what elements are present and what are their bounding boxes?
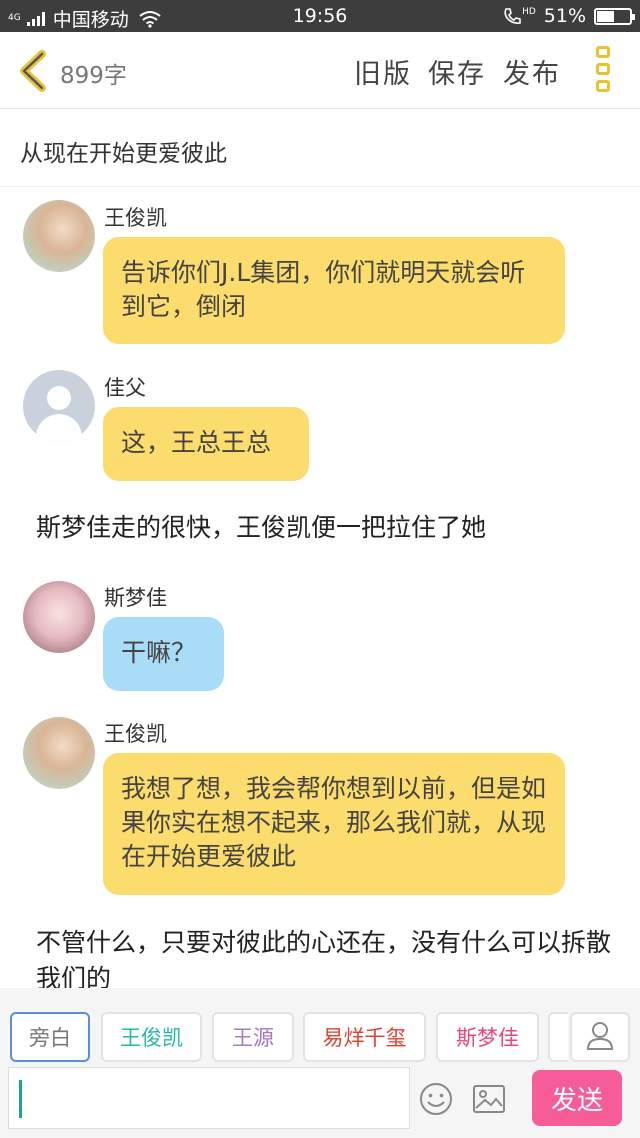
- user-icon: [586, 1022, 614, 1050]
- send-button[interactable]: 发送: [532, 1070, 622, 1126]
- send-label: 发送: [550, 1085, 603, 1116]
- role-chip-partial[interactable]: [548, 1012, 568, 1062]
- more-menu-icon[interactable]: [596, 46, 612, 96]
- story-title: 从现在开始更爱彼此: [20, 141, 227, 167]
- narration-text[interactable]: 斯梦佳走的很快，王俊凯便一把拉住了她: [36, 510, 486, 546]
- back-chevron-icon[interactable]: [14, 50, 48, 92]
- message-bubble[interactable]: 我想了想，我会帮你想到以前，但是如果你实在想不起来，那么我们就，从现在开始更爱彼…: [103, 753, 565, 895]
- avatar-wang-junkai[interactable]: [23, 200, 95, 272]
- text-caret: [19, 1080, 22, 1118]
- composer-panel: 旁白 王俊凯 王源 易烊千玺 斯梦佳 发送: [0, 988, 640, 1138]
- role-chip-narration[interactable]: 旁白: [10, 1012, 90, 1062]
- role-chip-si-mengjia[interactable]: 斯梦佳: [436, 1012, 539, 1062]
- role-chip-label: 旁白: [29, 1026, 71, 1050]
- editor-top-bar: 899字 旧版 保存 发布: [0, 32, 640, 109]
- role-chip-label: 王源: [232, 1026, 274, 1050]
- speaker-name: 王俊凯: [104, 206, 167, 230]
- battery-icon: [594, 7, 635, 25]
- speaker-name: 王俊凯: [104, 722, 167, 746]
- role-chip-yi-yangqianxi[interactable]: 易烊千玺: [303, 1012, 426, 1062]
- hd-label: HD: [522, 7, 536, 17]
- speaker-name: 佳父: [104, 376, 146, 400]
- role-chip-wang-junkai[interactable]: 王俊凯: [101, 1012, 202, 1062]
- speaker-name: 斯梦佳: [104, 586, 167, 610]
- battery-text: 51%: [543, 5, 586, 27]
- save-button[interactable]: 保存: [428, 52, 486, 91]
- role-chip-wang-yuan[interactable]: 王源: [212, 1012, 294, 1062]
- image-icon[interactable]: [471, 1081, 507, 1117]
- status-bar: 4G 中国移动 19:56 HD 51%: [0, 0, 640, 32]
- message-bubble[interactable]: 告诉你们J.L集团，你们就明天就会听到它，倒闭: [103, 237, 565, 344]
- message-bubble[interactable]: 干嘛？: [103, 617, 224, 691]
- word-count: 899字: [60, 63, 127, 89]
- publish-button[interactable]: 发布: [503, 52, 561, 91]
- story-title-row[interactable]: 从现在开始更爱彼此: [0, 110, 640, 187]
- old-version-button[interactable]: 旧版: [354, 52, 412, 91]
- emoji-icon[interactable]: [418, 1081, 454, 1117]
- narration-text[interactable]: 不管什么，只要对彼此的心还在，没有什么可以拆散我们的: [36, 925, 616, 997]
- role-chip-label: 斯梦佳: [456, 1026, 519, 1050]
- message-bubble[interactable]: 这，王总王总: [103, 407, 309, 481]
- avatar-wang-junkai[interactable]: [23, 717, 95, 789]
- avatar-si-mengjia[interactable]: [23, 581, 95, 653]
- role-chip-label: 易烊千玺: [322, 1026, 407, 1050]
- avatar-default-user[interactable]: [23, 370, 95, 442]
- role-chip-label: 王俊凯: [120, 1026, 183, 1050]
- message-input-box[interactable]: [8, 1067, 410, 1129]
- message-input[interactable]: [9, 1068, 409, 1128]
- call-hd-icon: HD: [503, 7, 536, 25]
- role-manage-button[interactable]: [570, 1012, 630, 1062]
